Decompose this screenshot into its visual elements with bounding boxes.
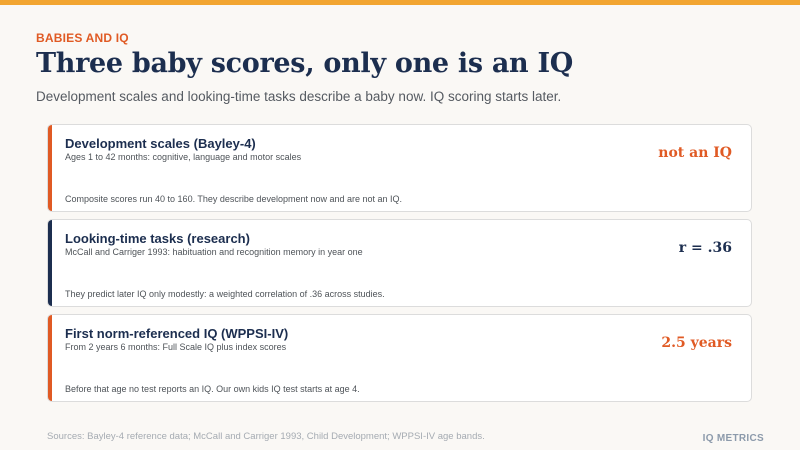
card-stat: 2.5 years xyxy=(661,335,732,351)
card-note: They predict later IQ only modestly: a w… xyxy=(65,289,385,299)
card-stat: r = .36 xyxy=(678,240,732,256)
sources-note: Sources: Bayley-4 reference data; McCall… xyxy=(47,431,485,442)
card-meta: McCall and Carriger 1993: habituation an… xyxy=(65,247,363,257)
card-first-iq: First norm-referenced IQ (WPPSI-IV) From… xyxy=(47,314,752,402)
card-meta: From 2 years 6 months: Full Scale IQ plu… xyxy=(65,342,287,352)
card-title: First norm-referenced IQ (WPPSI-IV) xyxy=(65,326,289,341)
card-title: Looking-time tasks (research) xyxy=(65,231,250,246)
top-accent-bar xyxy=(0,0,800,5)
card-development-scales: Development scales (Bayley-4) Ages 1 to … xyxy=(47,124,752,212)
card-looking-time-tasks: Looking-time tasks (research) McCall and… xyxy=(47,219,752,307)
page-subtitle: Development scales and looking-time task… xyxy=(36,89,562,104)
card-note: Before that age no test reports an IQ. O… xyxy=(65,384,360,394)
card-note: Composite scores run 40 to 160. They des… xyxy=(65,194,403,204)
card-meta: Ages 1 to 42 months: cognitive, language… xyxy=(65,152,302,162)
section-kicker: BABIES AND IQ xyxy=(36,31,129,45)
card-stat: not an IQ xyxy=(658,145,732,161)
card-title: Development scales (Bayley-4) xyxy=(65,136,256,151)
card-accent-bar xyxy=(48,125,52,211)
page-title: Three baby scores, only one is an IQ xyxy=(36,48,574,79)
brand-logo: IQ METRICS xyxy=(702,433,764,444)
card-accent-bar xyxy=(48,315,52,401)
card-accent-bar xyxy=(48,220,52,306)
